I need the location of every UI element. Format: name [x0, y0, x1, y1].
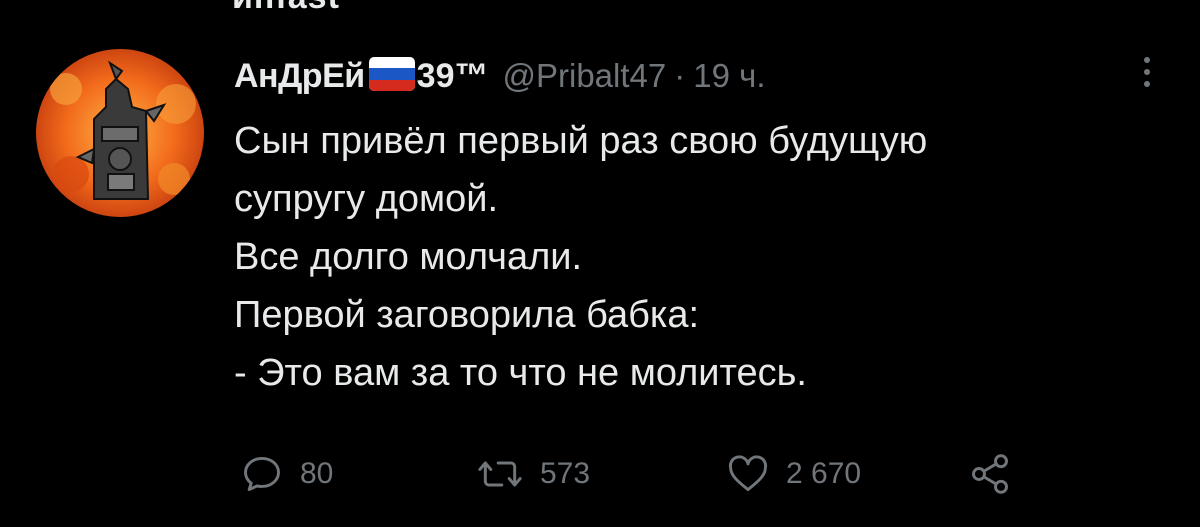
tweet-text-line: Сын привёл первый раз свою будущую	[234, 120, 928, 162]
display-name-suffix[interactable]: 39™	[417, 57, 489, 96]
previous-tweet-text-cut: ипfast	[232, 0, 340, 17]
russian-flag-icon	[368, 56, 415, 96]
like-count: 2 670	[786, 457, 862, 490]
reply-count: 80	[300, 457, 334, 490]
avatar-image	[36, 49, 204, 217]
tweet-actions: 80 573 2 670	[240, 446, 1040, 502]
retweet-icon	[478, 461, 522, 487]
tweet-text: Сын привёл первый раз свою будущую супру…	[234, 112, 1154, 402]
timestamp[interactable]: 19 ч.	[693, 57, 765, 95]
tweet-text-line: супругу домой.	[234, 178, 499, 220]
heart-icon	[728, 455, 768, 492]
more-options-icon[interactable]	[1132, 48, 1162, 96]
more-dot	[1144, 57, 1150, 63]
more-dot	[1144, 69, 1150, 75]
more-dot	[1144, 81, 1150, 87]
reply-icon	[244, 456, 280, 492]
tweet-text-line: - Это вам за то что не молитесь.	[234, 352, 807, 394]
like-button[interactable]: 2 670	[726, 446, 861, 502]
user-handle[interactable]: @Pribalt47	[503, 57, 667, 95]
display-name[interactable]: АнДрЕй	[234, 57, 365, 96]
share-icon	[972, 454, 1008, 494]
tweet-text-line: Все долго молчали.	[234, 236, 583, 278]
tweet-text-line: Первой заговорила бабка:	[234, 294, 700, 336]
reply-button[interactable]: 80	[240, 446, 333, 502]
retweet-button[interactable]: 573	[476, 446, 590, 502]
retweet-count: 573	[540, 457, 591, 490]
tweet-header: АнДрЕй 39™ @Pribalt47 · 19 ч.	[234, 52, 766, 100]
share-button[interactable]	[966, 446, 1014, 502]
separator-dot: ·	[674, 57, 686, 94]
avatar[interactable]	[36, 49, 204, 217]
